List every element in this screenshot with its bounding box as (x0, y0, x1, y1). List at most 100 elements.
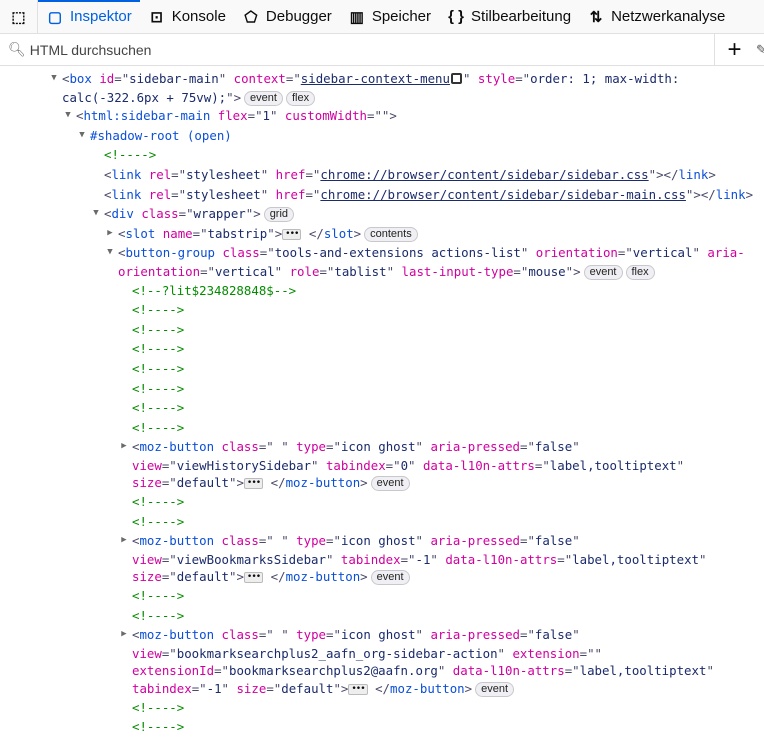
tag-name: moz-button (285, 475, 361, 491)
tag-name: slot (125, 225, 156, 241)
markup-line[interactable]: <!----> (0, 512, 764, 532)
markup-line[interactable]: <!----> (0, 339, 764, 359)
markup-line[interactable]: ▼ #shadow-root (open) (0, 126, 764, 146)
markup-line[interactable]: <!----> (0, 492, 764, 512)
tab-label: Konsole (171, 8, 226, 25)
punctuation: </ (263, 475, 286, 491)
markup-line[interactable]: <!----> (0, 320, 764, 340)
markup-line[interactable]: <!----> (0, 418, 764, 438)
markup-line[interactable]: <!----> (0, 717, 764, 737)
tab-konsole[interactable]: ⊡ Konsole (140, 0, 234, 33)
tab-inspektor[interactable]: ▢ Inspektor (38, 0, 140, 33)
markup-line-continuation[interactable]: calc(-322.6px + 75vw);"> event flex (0, 89, 764, 107)
markup-line[interactable]: <!----> (0, 145, 764, 165)
contents-badge[interactable]: contents (364, 226, 418, 242)
markup-line[interactable]: ▼ <button-group class="tools-and-extensio… (0, 243, 764, 263)
event-badge[interactable]: event (370, 476, 410, 492)
eyedropper-icon[interactable]: ✎ (756, 42, 764, 58)
tab-debugger[interactable]: ⬠ Debugger (234, 0, 340, 33)
attribute-name: size (229, 681, 267, 696)
attribute-name: style (470, 71, 516, 86)
attribute-value: default (176, 475, 229, 491)
comment-node: <!----> (104, 147, 157, 163)
markup-line[interactable]: ▶ <moz-button class=" " type="icon ghost"… (0, 625, 764, 645)
expand-children-button[interactable]: ••• (243, 478, 264, 490)
tab-netzwerkanalyse[interactable]: ⇅ Netzwerkanalyse (579, 0, 733, 33)
context-menu-node-icon[interactable] (450, 73, 462, 84)
markup-line-continuation[interactable]: tabindex="-1" size="default"> ••• </moz-b… (0, 680, 764, 698)
collapsed-twisty-icon[interactable]: ▶ (119, 437, 129, 457)
attribute-link[interactable]: chrome://browser/content/sidebar/sidebar… (320, 187, 686, 202)
punctuation: </ (263, 569, 286, 585)
expand-children-button[interactable]: ••• (243, 572, 264, 584)
markup-line[interactable]: <link rel="stylesheet" href="chrome://br… (0, 185, 764, 205)
markup-line[interactable]: ▶ <moz-button class=" " type="icon ghost"… (0, 437, 764, 457)
tab-stilbearbeitung[interactable]: { } Stilbearbeitung (439, 0, 579, 33)
tag-name: moz-button (139, 627, 215, 643)
markup-line[interactable]: ▼ <div class="wrapper"> grid (0, 204, 764, 224)
expanded-twisty-icon[interactable]: ▼ (91, 204, 101, 224)
attribute-value: 1 (262, 108, 270, 124)
expand-children-button[interactable]: ••• (348, 684, 368, 695)
markup-line[interactable]: <link rel="stylesheet" href="chrome://br… (0, 165, 764, 185)
comment-node: <!----> (132, 607, 185, 623)
element-picker-button[interactable]: ⬚ (0, 0, 38, 33)
attribute-value: stylesheet (186, 186, 261, 202)
tab-label: Debugger (265, 8, 332, 25)
expand-children-button[interactable]: ••• (282, 228, 302, 240)
markup-line[interactable]: <!----> (0, 398, 764, 418)
collapsed-twisty-icon[interactable]: ▶ (105, 224, 115, 244)
markup-line-continuation[interactable]: size="default"> ••• </moz-button> event (0, 568, 764, 586)
attribute-name: aria-pressed (423, 627, 520, 643)
event-badge[interactable]: event (475, 682, 515, 697)
punctuation: =" (520, 533, 535, 549)
expanded-twisty-icon[interactable]: ▼ (77, 126, 87, 146)
expanded-twisty-icon[interactable]: ▼ (63, 106, 73, 126)
event-badge[interactable]: event (583, 264, 623, 280)
attribute-link[interactable]: sidebar-context-menu (301, 71, 450, 86)
markup-line[interactable]: <!----> (0, 698, 764, 718)
markup-line[interactable]: ▼ <box id="sidebar-main" context="sidebar… (0, 69, 764, 89)
markup-line[interactable]: <!----> (0, 586, 764, 606)
event-badge[interactable]: event (370, 570, 410, 586)
markup-line-continuation[interactable]: size="default"> ••• </moz-button> event (0, 474, 764, 492)
markup-line[interactable]: <!----> (0, 379, 764, 399)
devtools-tabs: ▢ Inspektor ⊡ Konsole ⬠ Debugger ▥ Speicher { } S… (38, 0, 733, 33)
comment-node: <!--?lit$234828848$--> (132, 282, 297, 298)
search-bar: 🔍︎ + ✎ (0, 34, 764, 66)
collapsed-twisty-icon[interactable]: ▶ (119, 625, 129, 645)
markup-line[interactable]: ▶ <moz-button class=" " type="icon ghost"… (0, 531, 764, 551)
expanded-twisty-icon[interactable]: ▼ (49, 69, 59, 89)
markup-line-continuation[interactable]: view="viewBookmarksSidebar" tabindex="-1… (0, 551, 764, 569)
markup-line[interactable]: ▶ <slot name="tabstrip"> ••• </slot> conten… (0, 224, 764, 244)
markup-line[interactable]: <!--?lit$234828848$--> (0, 281, 764, 301)
html-search-input[interactable] (29, 41, 630, 58)
flex-badge[interactable]: flex (285, 90, 316, 106)
punctuation: " (415, 439, 424, 455)
markup-line-continuation[interactable]: extensionId="bookmarksearchplus2@aafn.or… (0, 662, 764, 680)
tab-label: Stilbearbeitung (471, 8, 572, 25)
add-node-button[interactable]: + (714, 34, 754, 66)
punctuation: "> (228, 569, 244, 585)
collapsed-twisty-icon[interactable]: ▶ (119, 531, 129, 551)
attribute-name: view (132, 645, 162, 661)
markup-line[interactable]: <!----> (0, 300, 764, 320)
markup-line[interactable]: <!----> (0, 606, 764, 626)
expanded-twisty-icon[interactable]: ▼ (105, 243, 115, 263)
tab-speicher[interactable]: ▥ Speicher (340, 0, 439, 33)
punctuation: > (360, 569, 368, 585)
grid-badge[interactable]: grid (263, 207, 295, 223)
event-badge[interactable]: event (244, 90, 283, 106)
attribute-link[interactable]: chrome://browser/content/sidebar/sidebar… (320, 167, 648, 182)
markup-line[interactable]: ▼ <html:sidebar-main flex="1" customWidth… (0, 106, 764, 126)
flex-badge[interactable]: flex (625, 264, 655, 280)
markup-line-continuation[interactable]: view="viewHistorySidebar" tabindex="0" d… (0, 457, 764, 475)
markup-line[interactable]: <!----> (0, 359, 764, 379)
attribute-name: href (268, 186, 306, 202)
attribute-value: label,tooltiptext (572, 551, 699, 567)
markup-line-continuation[interactable]: view="bookmarksearchplus2_aafn_org-sideb… (0, 645, 764, 663)
punctuation: > (353, 225, 362, 241)
attribute-name: size (132, 569, 162, 585)
punctuation: "> (245, 206, 261, 222)
markup-line-continuation[interactable]: orientation="vertical" role="tablist" la… (0, 263, 764, 281)
